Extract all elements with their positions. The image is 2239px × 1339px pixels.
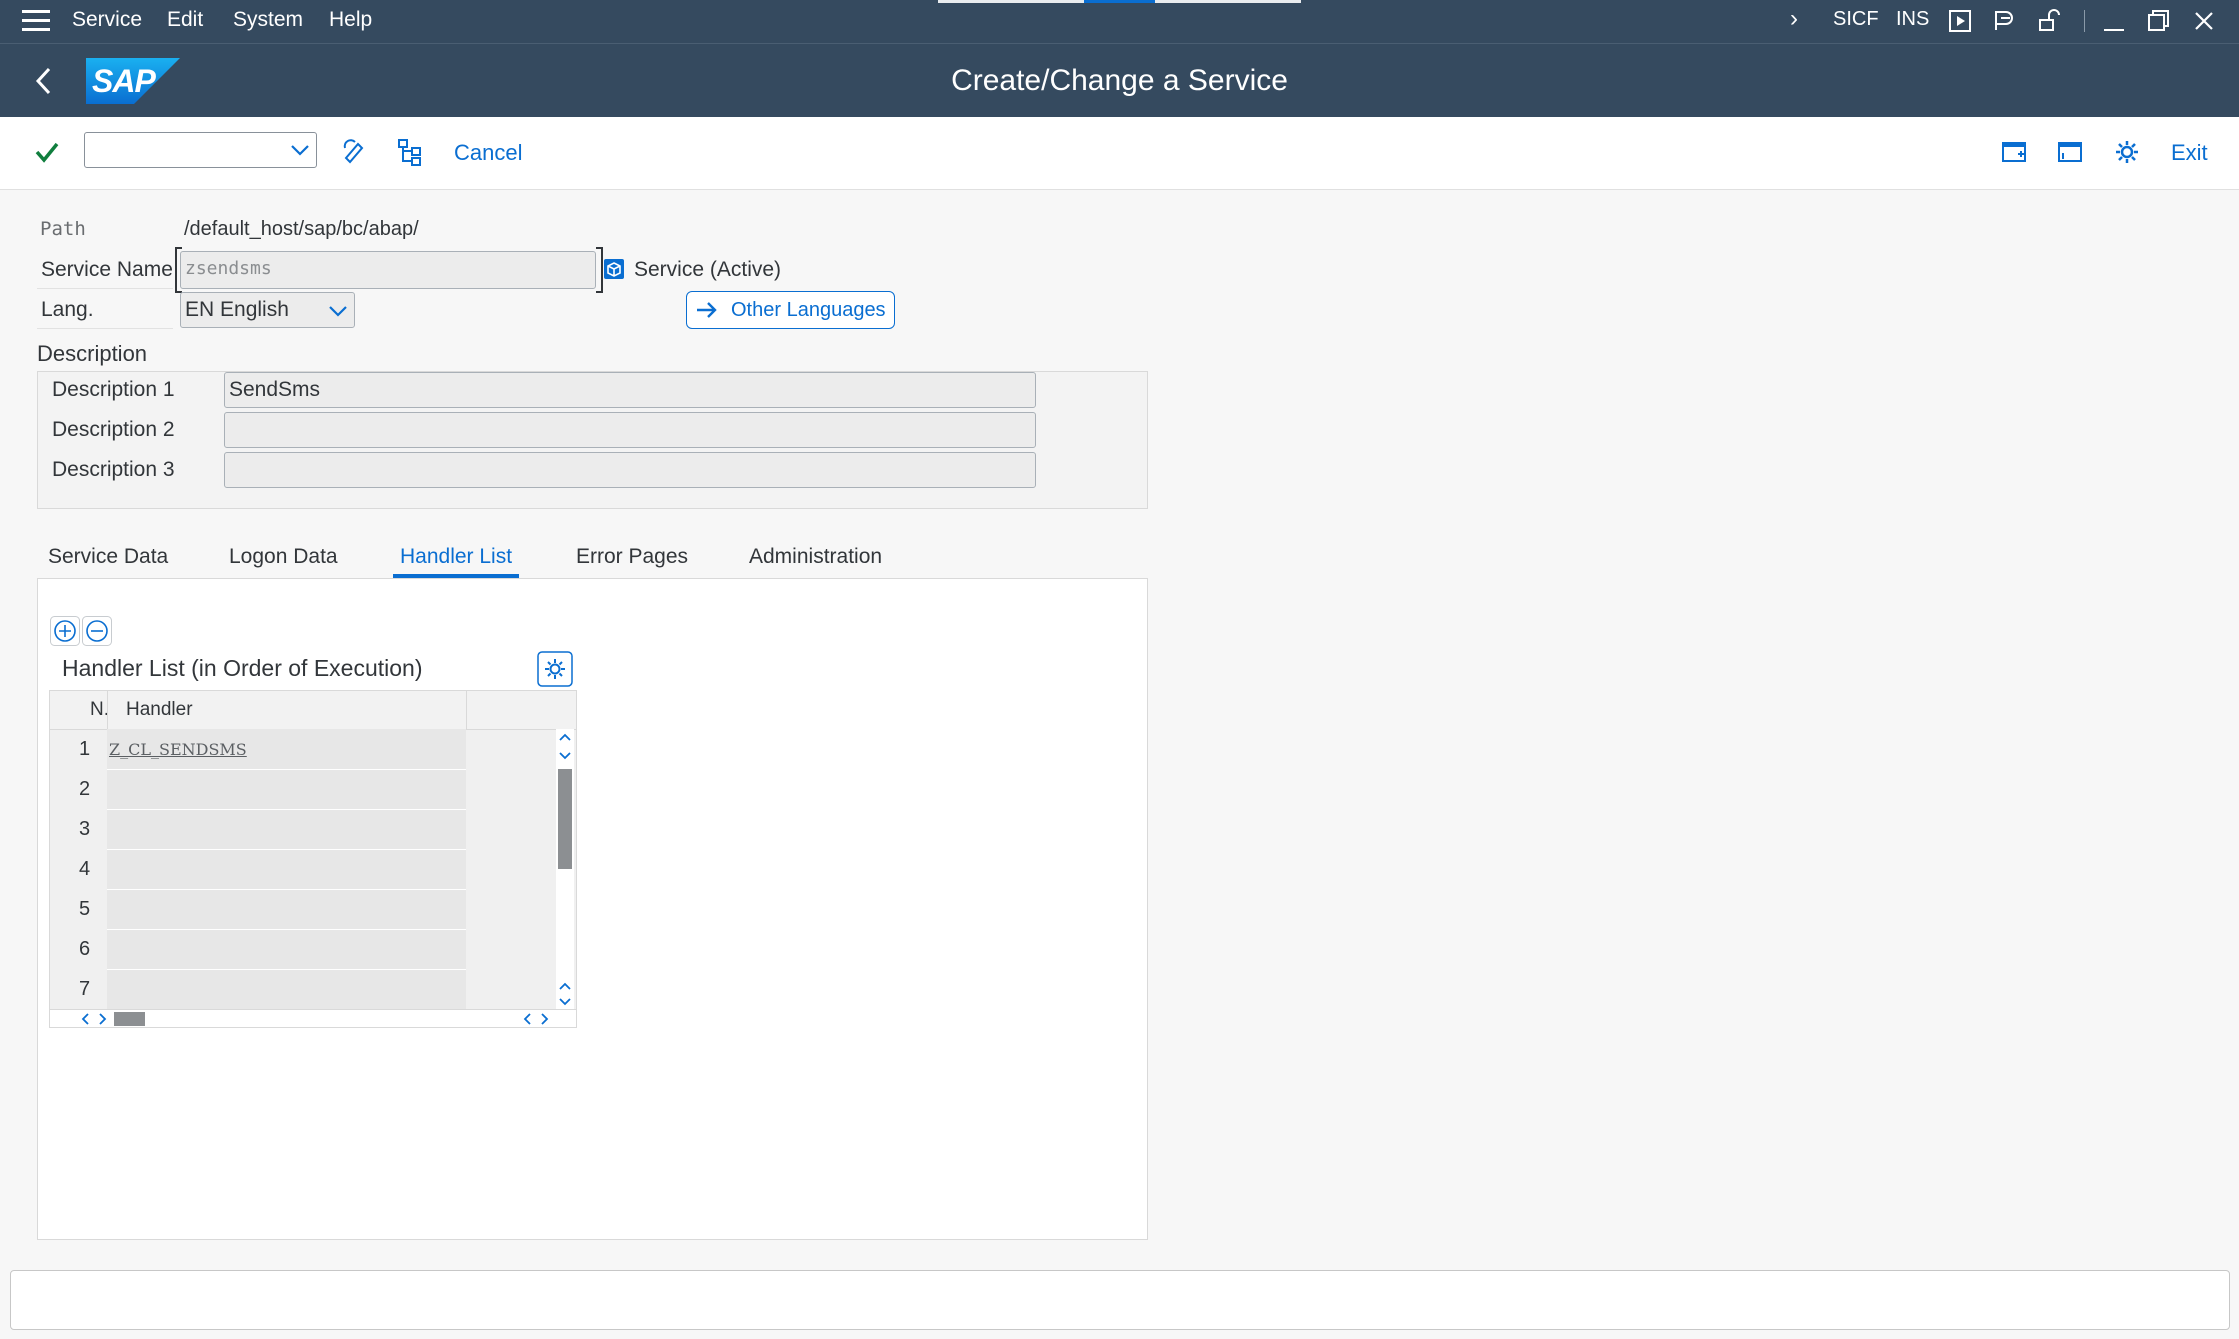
tab-administration[interactable]: Administration (749, 545, 882, 569)
scroll-thumb[interactable] (558, 769, 572, 869)
table-row[interactable]: 2 (50, 769, 576, 809)
minimize-icon[interactable] (2102, 8, 2126, 34)
unlock-icon[interactable] (2037, 8, 2061, 34)
table-row[interactable]: 3 (50, 809, 576, 849)
path-label: Path (40, 218, 86, 240)
chevron-down-icon[interactable] (328, 303, 348, 319)
horizontal-scrollbar[interactable] (50, 1009, 576, 1027)
h-scroll-thumb[interactable] (114, 1012, 145, 1026)
column-divider (466, 691, 467, 729)
session-tab[interactable] (938, 0, 1084, 3)
check-icon[interactable] (34, 139, 60, 165)
scroll-down-icon[interactable] (558, 981, 572, 1009)
scroll-left-right-icon[interactable] (522, 1012, 552, 1026)
row-number: 7 (79, 978, 91, 1000)
table-row[interactable]: 6 (50, 929, 576, 969)
session-tab-active[interactable] (1084, 0, 1155, 3)
row-number: 2 (79, 778, 91, 800)
tab-error-pages[interactable]: Error Pages (576, 545, 688, 569)
description-2-field[interactable] (224, 412, 1036, 448)
tab-logon-data[interactable]: Logon Data (229, 545, 338, 569)
status-bar (10, 1270, 2230, 1330)
description-2-label: Description 2 (52, 418, 175, 441)
lang-value: EN English (185, 298, 289, 321)
table-row[interactable]: 5 (50, 889, 576, 929)
handler-link[interactable]: Z_CL_SENDSMS (109, 740, 247, 759)
add-row-icon[interactable] (50, 616, 80, 646)
page-title: Create/Change a Service (951, 64, 1288, 97)
maximize-icon[interactable] (2146, 8, 2170, 34)
command-field[interactable] (84, 132, 317, 168)
row-number: 4 (79, 858, 91, 880)
handler-table: N. Handler 1 Z_CL_SENDSMS 2 3 4 5 6 7 (49, 690, 577, 1028)
chevron-right-icon[interactable]: › (1790, 5, 1798, 33)
scroll-up-icon[interactable] (558, 731, 572, 765)
display-icon[interactable] (1992, 8, 2016, 34)
path-value: /default_host/sap/bc/abap/ (184, 218, 419, 240)
service-cube-icon (604, 259, 624, 279)
description-1-field[interactable]: SendSms (224, 372, 1036, 408)
menu-edit[interactable]: Edit (167, 8, 203, 32)
hierarchy-icon[interactable] (397, 138, 423, 166)
transaction-code: SICF (1833, 8, 1879, 30)
handler-list-title: Handler List (in Order of Execution) (62, 655, 423, 681)
divider (2084, 10, 2085, 32)
description-1-label: Description 1 (52, 378, 175, 401)
scroll-left-right-icon[interactable] (80, 1012, 110, 1026)
description-heading: Description (37, 341, 148, 366)
table-settings-icon[interactable] (537, 651, 573, 687)
lang-dropdown[interactable]: EN English (180, 292, 355, 328)
toolbar: Cancel Exit (0, 117, 2239, 190)
vertical-scrollbar[interactable] (556, 729, 574, 1009)
menu-bar: Service Edit System Help › SICF INS (0, 0, 2239, 43)
chevron-down-icon[interactable] (290, 142, 310, 158)
table-row[interactable]: 4 (50, 849, 576, 889)
session-tab[interactable] (1155, 0, 1301, 3)
menu-service[interactable]: Service (72, 8, 142, 32)
column-divider (107, 691, 108, 729)
description-3-label: Description 3 (52, 458, 175, 481)
remove-row-icon[interactable] (82, 616, 112, 646)
lang-label: Lang. (41, 298, 94, 321)
close-icon[interactable] (2192, 8, 2216, 34)
settings-icon[interactable] (2114, 139, 2140, 165)
menu-icon[interactable] (22, 10, 50, 32)
exit-button[interactable]: Exit (2171, 140, 2208, 166)
tab-handler-list[interactable]: Handler List (400, 545, 512, 569)
menu-help[interactable]: Help (329, 8, 372, 32)
tab-service-data[interactable]: Service Data (48, 545, 168, 569)
other-languages-label: Other Languages (731, 299, 886, 321)
service-status: Service (Active) (634, 258, 782, 281)
new-window-icon[interactable] (2001, 139, 2027, 165)
table-row[interactable]: 1 Z_CL_SENDSMS (50, 729, 576, 769)
focus-brackets (175, 247, 603, 293)
column-header-handler[interactable]: Handler (126, 699, 193, 721)
display-change-icon[interactable] (342, 138, 368, 164)
play-icon[interactable] (1948, 8, 1972, 34)
row-number: 1 (79, 738, 91, 760)
table-row[interactable]: 7 (50, 969, 576, 1009)
row-number: 6 (79, 938, 91, 960)
window-icon[interactable] (2057, 139, 2083, 165)
insert-mode: INS (1896, 8, 1930, 30)
row-number: 5 (79, 898, 91, 920)
other-languages-button[interactable]: Other Languages (686, 291, 895, 329)
service-name-label: Service Name (41, 258, 173, 281)
menu-system[interactable]: System (233, 8, 303, 32)
description-3-field[interactable] (224, 452, 1036, 488)
arrow-right-icon (697, 302, 717, 318)
row-number: 3 (79, 818, 91, 840)
cancel-button[interactable]: Cancel (454, 140, 522, 166)
title-bar: SAP Create/Change a Service (0, 43, 2239, 118)
